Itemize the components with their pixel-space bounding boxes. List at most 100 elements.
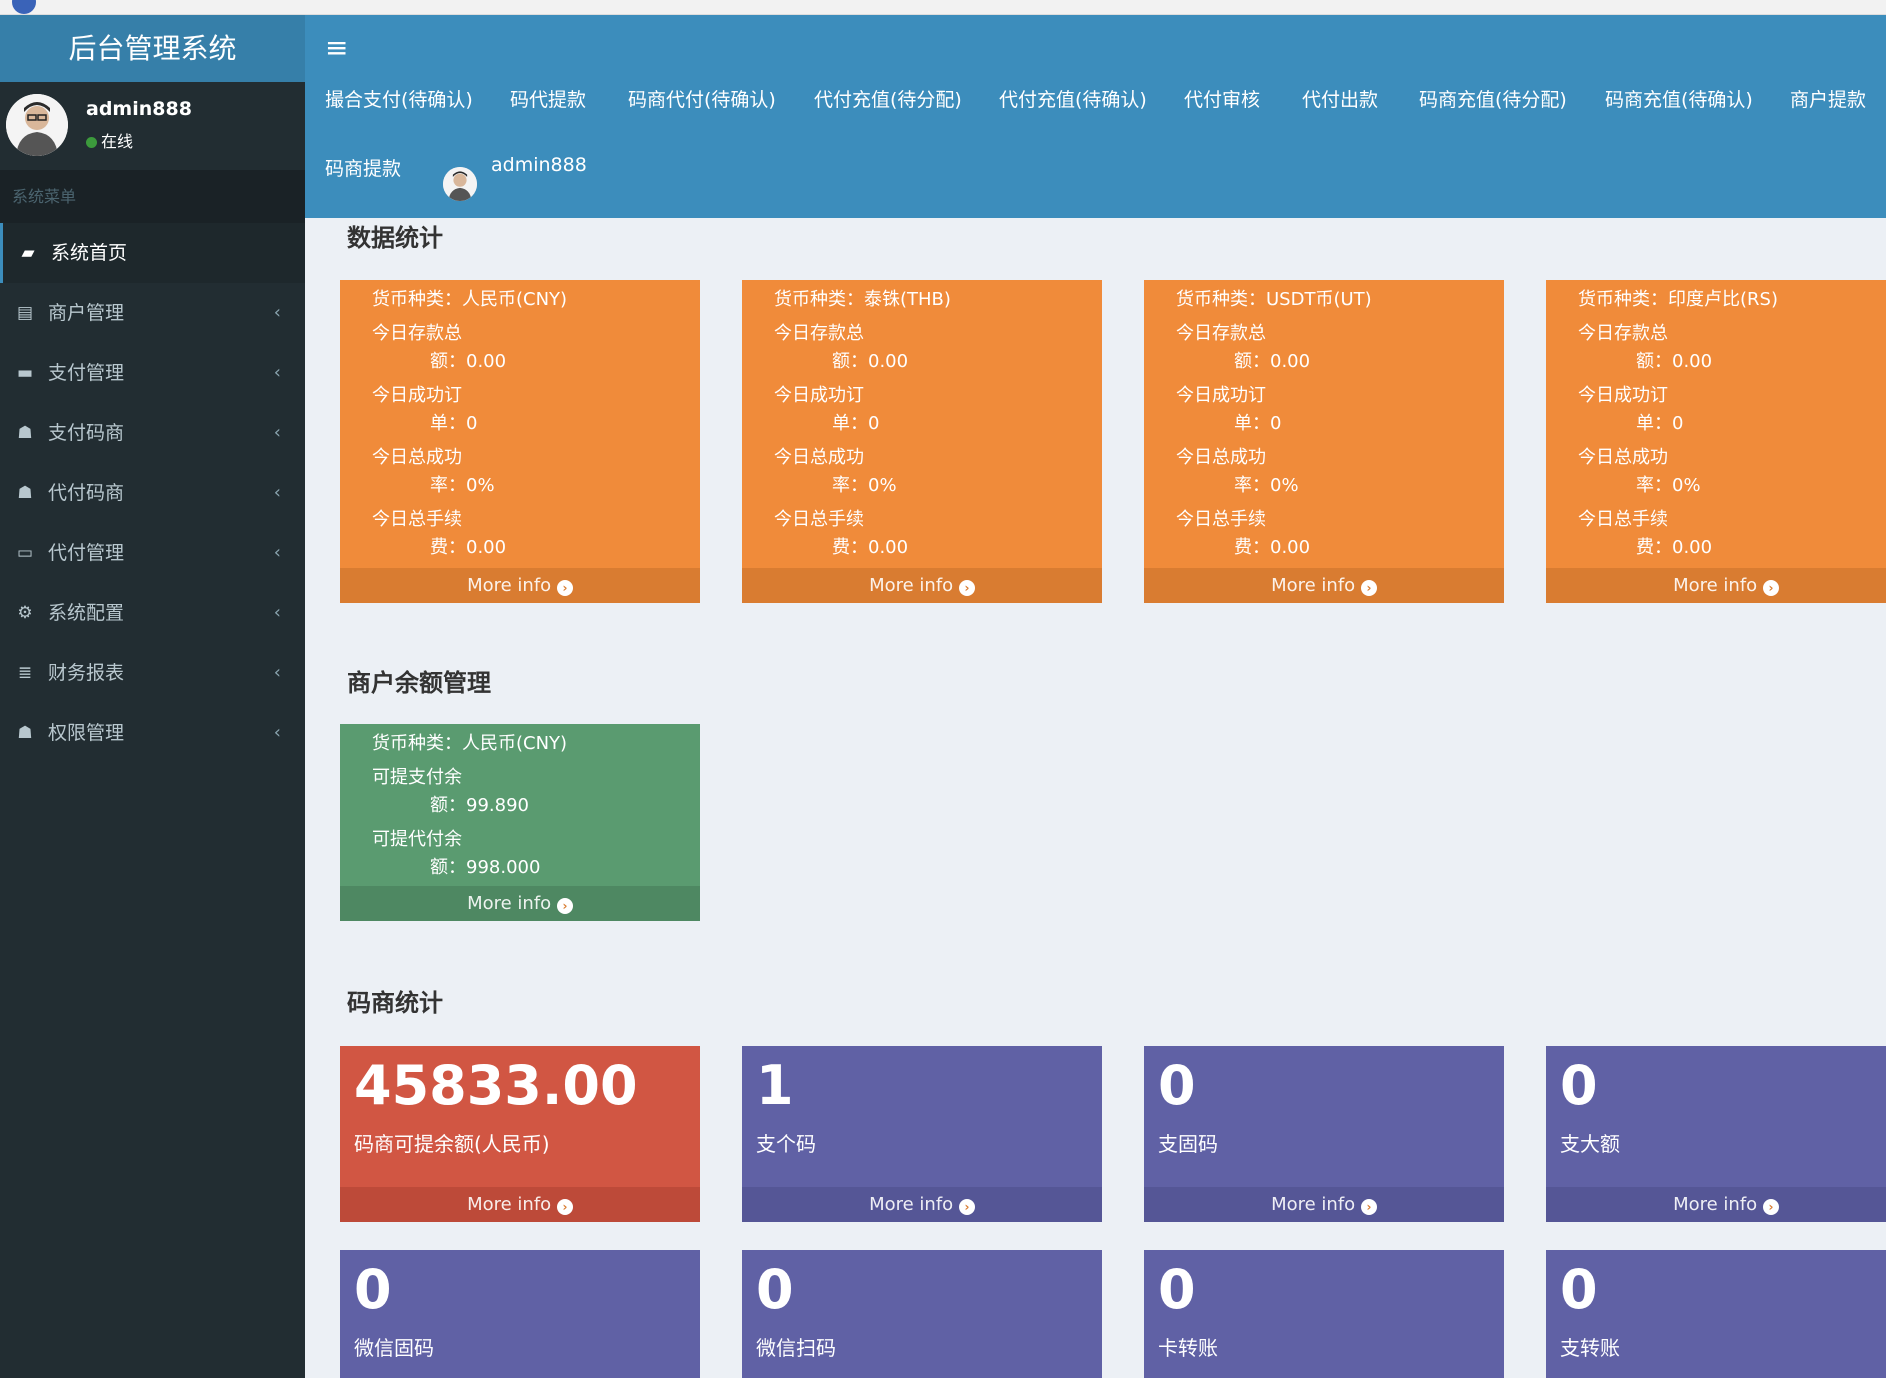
sidebar: 后台管理系统 admin888 在线 系统菜单 ▰ 系统首页 ▤ 商户管理 ‹ ▬ 支付管理… [0, 15, 305, 1378]
sidebar-item-label: 系统配置 [48, 602, 125, 624]
sidebar-menu: ▰ 系统首页 ▤ 商户管理 ‹ ▬ 支付管理 ‹ ☗ 支付码商 ‹ ☗ 代付码商 ‹ ▭ 代付管理 ‹ ⚙ 系统配置… [0, 223, 305, 763]
merchant-stat-card: 0微信扫码More info › [742, 1250, 1102, 1378]
currency-value: 印度卢比(RS) [1668, 289, 1778, 310]
stat-row: 今日总手续 费：0.00 [1578, 506, 1886, 562]
nav-link-5[interactable]: 代付审核 [1184, 85, 1260, 112]
row-label: 今日总成功 [372, 447, 462, 468]
sidebar-item-8[interactable]: ☗ 权限管理 ‹ [0, 703, 305, 763]
arrow-circle-right-icon: › [1360, 1199, 1377, 1215]
chevron-left-icon: ‹ [273, 482, 281, 503]
stat-label: 支固码 [1158, 1132, 1218, 1156]
nav-link-0[interactable]: 撮合支付(待确认) [325, 85, 473, 112]
nav-link-3[interactable]: 代付充值(待分配) [814, 85, 962, 112]
row-label-tail: 单： [832, 413, 868, 434]
users-icon: ☗ [17, 483, 33, 503]
more-info-text: More info [1271, 575, 1356, 596]
more-info-link[interactable]: More info › [1546, 568, 1886, 603]
sidebar-item-4[interactable]: ☗ 代付码商 ‹ [0, 463, 305, 523]
row-label: 今日存款总 [372, 323, 462, 344]
nav-link-10[interactable]: 码商提款 [325, 154, 401, 181]
row-label: 今日总手续 [1176, 509, 1266, 530]
nav-link-1[interactable]: 码代提款 [510, 85, 586, 112]
row-label: 今日成功订 [1176, 385, 1266, 406]
users-icon: ☗ [17, 723, 33, 743]
sidebar-item-3[interactable]: ☗ 支付码商 ‹ [0, 403, 305, 463]
more-info-link[interactable]: More info › [742, 1187, 1102, 1222]
app-logo[interactable]: 后台管理系统 [0, 15, 305, 82]
book-icon: ▰ [21, 243, 35, 263]
stat-row: 今日存款总 额：0.00 [774, 320, 1102, 376]
row-label-tail: 率： [1636, 475, 1672, 496]
row-value: 99.890 [466, 795, 529, 816]
row-value: 0.00 [1672, 537, 1713, 558]
browser-icon [12, 0, 36, 14]
nav-avatar[interactable] [443, 167, 477, 201]
currency-value: 泰铢(THB) [864, 289, 951, 310]
nav-link-8[interactable]: 码商充值(待确认) [1605, 85, 1753, 112]
stat-row: 今日总成功 率：0% [1578, 444, 1886, 500]
row-value: 0% [1672, 475, 1701, 496]
stat-row: 今日成功订 单：0 [774, 382, 1102, 438]
chevron-left-icon: ‹ [273, 662, 281, 683]
nav-user-name[interactable]: admin888 [491, 154, 587, 176]
main-content: 数据统计 货币种类：人民币(CNY) 今日存款总 额：0.00 今日成功订 单：0 今日总… [305, 218, 1886, 1378]
stat-label: 微信固码 [354, 1336, 434, 1360]
row-label: 今日总手续 [372, 509, 462, 530]
row-value: 0 [1270, 413, 1282, 434]
nav-link-2[interactable]: 码商代付(待确认) [628, 85, 776, 112]
stat-card: 货币种类：泰铢(THB) 今日存款总 额：0.00 今日成功订 单：0 今日总成功 率：0%… [742, 280, 1102, 603]
more-info-link[interactable]: More info › [340, 568, 700, 603]
sidebar-item-label: 代付管理 [48, 542, 125, 564]
more-info-text: More info [467, 893, 552, 914]
stat-label: 微信扫码 [756, 1336, 836, 1360]
row-label-tail: 单： [1636, 413, 1672, 434]
user-status-text: 在线 [101, 132, 134, 151]
more-info-link[interactable]: More info › [1144, 1187, 1504, 1222]
stat-row: 今日总手续 费：0.00 [774, 506, 1102, 562]
stat-value: 0 [1560, 1258, 1598, 1321]
row-label-tail: 单： [430, 413, 466, 434]
stat-value: 45833.00 [354, 1054, 638, 1117]
balance-card: 货币种类：人民币(CNY) 可提支付余 额：99.890 可提代付余 额：998.0… [340, 724, 700, 921]
stat-value: 0 [354, 1258, 392, 1321]
menu-toggle-icon[interactable]: ≡ [325, 31, 348, 64]
more-info-link[interactable]: More info › [1546, 1187, 1886, 1222]
stat-row: 今日存款总 额：0.00 [1578, 320, 1886, 376]
stat-row: 今日总手续 费：0.00 [372, 506, 700, 562]
nav-link-6[interactable]: 代付出款 [1302, 85, 1378, 112]
nav-link-9[interactable]: 商户提款 [1790, 85, 1866, 112]
more-info-link[interactable]: More info › [340, 1187, 700, 1222]
sidebar-item-2[interactable]: ▬ 支付管理 ‹ [0, 343, 305, 403]
more-info-link[interactable]: More info › [742, 568, 1102, 603]
top-header: ≡ 撮合支付(待确认) 码代提款 码商代付(待确认) 代付充值(待分配) 代付充值(待确… [305, 15, 1886, 218]
user-panel: admin888 在线 [0, 82, 305, 170]
stat-value: 0 [756, 1258, 794, 1321]
sidebar-item-6[interactable]: ⚙ 系统配置 ‹ [0, 583, 305, 643]
merchant-stat-card: 0微信固码More info › [340, 1250, 700, 1378]
sidebar-menu-header: 系统菜单 [0, 170, 305, 223]
nav-link-4[interactable]: 代付充值(待确认) [999, 85, 1147, 112]
stat-row: 今日总成功 率：0% [774, 444, 1102, 500]
sidebar-item-5[interactable]: ▭ 代付管理 ‹ [0, 523, 305, 583]
row-label: 今日总成功 [774, 447, 864, 468]
credit-card-icon: ▬ [16, 363, 34, 383]
nav-link-7[interactable]: 码商充值(待分配) [1419, 85, 1567, 112]
row-label: 今日成功订 [372, 385, 462, 406]
sidebar-item-1[interactable]: ▤ 商户管理 ‹ [0, 283, 305, 343]
sidebar-item-0[interactable]: ▰ 系统首页 [0, 223, 305, 283]
row-label-tail: 率： [430, 475, 466, 496]
stat-label: 支转账 [1560, 1336, 1620, 1360]
cogs-icon: ⚙ [17, 603, 33, 623]
more-info-link[interactable]: More info › [1144, 568, 1504, 603]
avatar [6, 94, 68, 156]
merchant-stat-card: 0 支固码 More info › [1144, 1046, 1504, 1222]
stat-label: 码商可提余额(人民币) [354, 1132, 550, 1156]
section-title-stats: 数据统计 [347, 224, 443, 252]
more-info-link[interactable]: More info › [340, 886, 700, 921]
merchant-stat-card: 1 支个码 More info › [742, 1046, 1102, 1222]
row-label: 今日成功订 [1578, 385, 1668, 406]
credit-card-icon: ▭ [16, 543, 34, 563]
stat-value: 0 [1158, 1054, 1196, 1117]
row-label-tail: 额： [430, 857, 466, 878]
sidebar-item-7[interactable]: ≣ 财务报表 ‹ [0, 643, 305, 703]
